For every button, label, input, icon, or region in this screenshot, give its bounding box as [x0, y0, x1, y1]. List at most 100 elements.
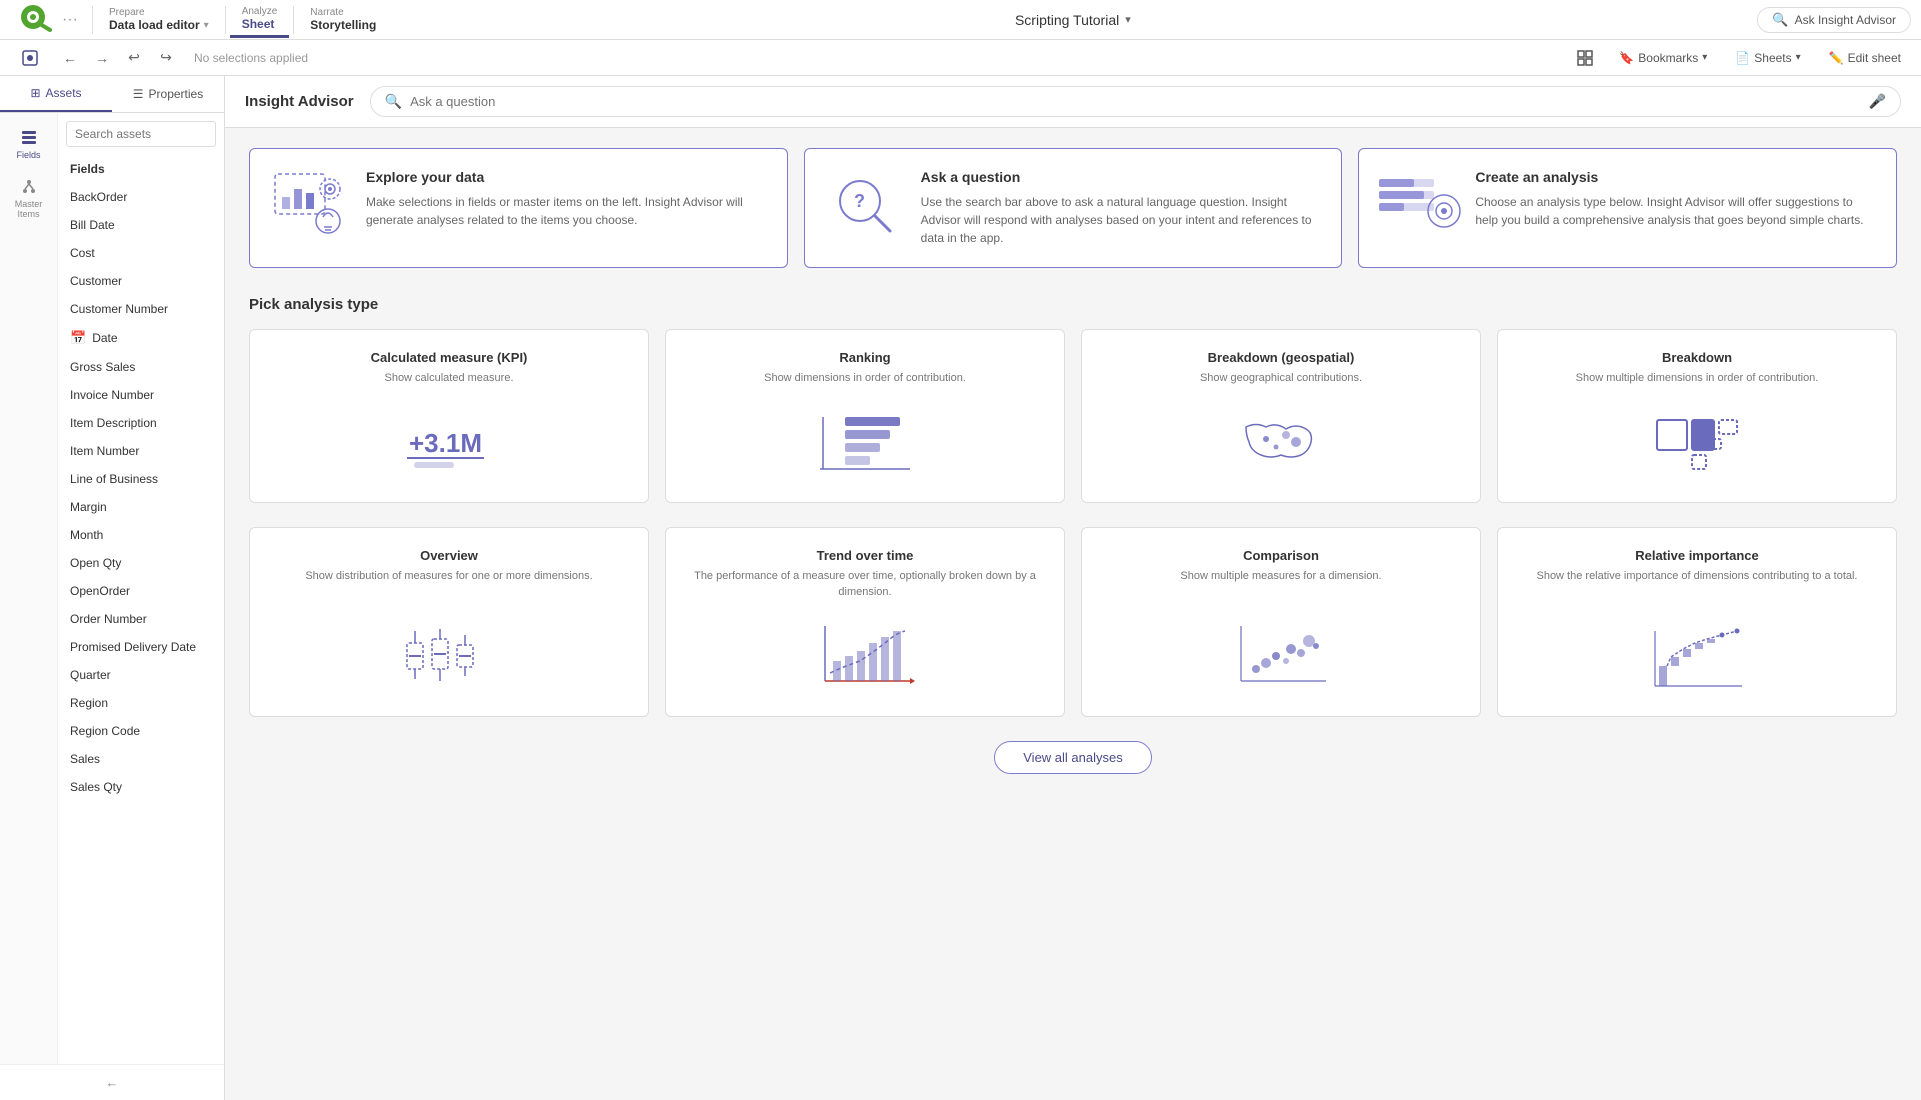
list-item[interactable]: Region Code [58, 717, 224, 745]
analysis-card-comparison[interactable]: Comparison Show multiple measures for a … [1081, 527, 1481, 717]
tab-properties[interactable]: ☰ Properties [112, 76, 224, 112]
analysis-card-relative[interactable]: Relative importance Show the relative im… [1497, 527, 1897, 717]
list-item[interactable]: Sales Qty [58, 773, 224, 801]
insight-search-input[interactable] [410, 94, 1861, 109]
trend-title: Trend over time [817, 548, 914, 563]
list-item[interactable]: Quarter [58, 661, 224, 689]
bookmarks-arrow: ▾ [1702, 52, 1707, 63]
create-card-desc: Choose an analysis type below. Insight A… [1475, 193, 1876, 229]
ask-insight-button[interactable]: 🔍 Ask Insight Advisor [1757, 7, 1911, 33]
field-item-label: Open Qty [70, 556, 121, 570]
overview-desc: Show distribution of measures for one or… [305, 569, 592, 584]
second-toolbar: ← → ↩ ↪ No selections applied 🔖 Bookmark… [0, 40, 1921, 76]
back-icon[interactable]: ← [56, 44, 84, 72]
assets-label: Assets [46, 86, 82, 100]
list-item[interactable]: OpenOrder [58, 577, 224, 605]
analysis-card-ranking[interactable]: Ranking Show dimensions in order of cont… [665, 329, 1065, 503]
field-item-label: Bill Date [70, 218, 115, 232]
ask-icon-area: ? [825, 169, 905, 239]
prepare-sublabel: Prepare [109, 7, 209, 18]
list-item[interactable]: Promised Delivery Date [58, 633, 224, 661]
nav-prepare[interactable]: Prepare Data load editor ▾ [97, 3, 221, 36]
create-analysis-card[interactable]: Create an analysis Choose an analysis ty… [1358, 148, 1897, 268]
redo-icon[interactable]: ↪ [152, 44, 180, 72]
grid-view-button[interactable] [1569, 46, 1601, 70]
geo-title: Breakdown (geospatial) [1208, 350, 1355, 365]
list-item[interactable]: Item Description [58, 409, 224, 437]
insight-advisor-toolbar-btn[interactable] [10, 46, 50, 70]
analysis-card-trend[interactable]: Trend over time The performance of a mea… [665, 527, 1065, 717]
sidebar-collapse-button[interactable]: ← [0, 1064, 224, 1100]
field-item-label: Quarter [70, 668, 111, 682]
list-item[interactable]: Order Number [58, 605, 224, 633]
sidebar-item-master-items[interactable]: Master Items [0, 170, 57, 227]
content-area: Explore your data Make selections in fie… [225, 128, 1921, 794]
field-item-label: Order Number [70, 612, 147, 626]
bookmark-icon: 🔖 [1619, 51, 1634, 65]
list-item[interactable]: Sales [58, 745, 224, 773]
kpi-desc: Show calculated measure. [384, 371, 513, 386]
field-item-label: OpenOrder [70, 584, 130, 598]
bookmarks-button[interactable]: 🔖 Bookmarks ▾ [1609, 47, 1717, 69]
calendar-icon: 📅 [70, 330, 86, 346]
list-item[interactable]: Line of Business [58, 465, 224, 493]
list-item[interactable]: BackOrder [58, 183, 224, 211]
kpi-title: Calculated measure (KPI) [371, 350, 528, 365]
properties-icon: ☰ [133, 87, 144, 101]
forward-icon[interactable]: → [88, 44, 116, 72]
view-all-analyses-button[interactable]: View all analyses [994, 741, 1151, 774]
main-panel: Insight Advisor 🔍 🎤 [225, 76, 1921, 1100]
list-item[interactable]: Customer Number [58, 295, 224, 323]
search-icon: 🔍 [385, 93, 402, 110]
sidebar-list-col: Fields BackOrder Bill Date Cost Customer… [58, 113, 224, 1064]
field-item-label: Sales [70, 752, 100, 766]
list-item[interactable]: Month [58, 521, 224, 549]
ask-card-desc: Use the search bar above to ask a natura… [921, 193, 1322, 247]
list-item[interactable]: Margin [58, 493, 224, 521]
analysis-card-kpi[interactable]: Calculated measure (KPI) Show calculated… [249, 329, 649, 503]
explore-card-desc: Make selections in fields or master item… [366, 193, 767, 229]
insight-search-bar[interactable]: 🔍 🎤 [370, 86, 1901, 117]
tab-assets[interactable]: ⊞ Assets [0, 76, 112, 112]
list-item[interactable]: Bill Date [58, 211, 224, 239]
field-item-label: Invoice Number [70, 388, 154, 402]
sheets-arrow: ▾ [1796, 52, 1801, 63]
sidebar-item-fields[interactable]: Fields [0, 121, 57, 168]
list-item[interactable]: Item Number [58, 437, 224, 465]
analysis-card-geo[interactable]: Breakdown (geospatial) Show geographical… [1081, 329, 1481, 503]
undo-icon[interactable]: ↩ [120, 44, 148, 72]
list-item[interactable]: Customer [58, 267, 224, 295]
nav-narrate[interactable]: Narrate Storytelling [298, 3, 388, 36]
microphone-icon[interactable]: 🎤 [1869, 93, 1886, 110]
edit-icon: ✏️ [1829, 51, 1844, 65]
field-item-label: Promised Delivery Date [70, 640, 196, 654]
analysis-card-overview[interactable]: Overview Show distribution of measures f… [249, 527, 649, 717]
app-title-arrow[interactable]: ▾ [1125, 13, 1131, 26]
edit-sheet-label: Edit sheet [1848, 51, 1901, 65]
grid-icon [1577, 50, 1593, 66]
trend-illustration [682, 616, 1048, 696]
list-item[interactable]: Open Qty [58, 549, 224, 577]
ask-question-card[interactable]: ? Ask a question Use the search bar abov… [804, 148, 1343, 268]
sheets-button[interactable]: 📄 Sheets ▾ [1725, 47, 1810, 69]
comparison-illustration [1098, 616, 1464, 696]
nav-divider-2 [225, 6, 226, 34]
search-assets-input[interactable] [66, 121, 216, 147]
relative-desc: Show the relative importance of dimensio… [1536, 569, 1857, 584]
nav-analyze[interactable]: Analyze Sheet [230, 2, 290, 38]
list-item[interactable]: Cost [58, 239, 224, 267]
list-item[interactable]: 📅 Date [58, 323, 224, 353]
explore-icon-area [270, 169, 350, 239]
geo-illustration [1098, 402, 1464, 482]
list-item[interactable]: Gross Sales [58, 353, 224, 381]
analysis-card-breakdown[interactable]: Breakdown Show multiple dimensions in or… [1497, 329, 1897, 503]
edit-sheet-button[interactable]: ✏️ Edit sheet [1819, 47, 1911, 69]
list-item[interactable]: Region [58, 689, 224, 717]
fields-icon-label: Fields [16, 150, 40, 160]
ask-insight-search-icon: 🔍 [1772, 12, 1788, 28]
list-item[interactable]: Invoice Number [58, 381, 224, 409]
insight-advisor-icon [22, 50, 38, 66]
explore-data-card[interactable]: Explore your data Make selections in fie… [249, 148, 788, 268]
sidebar-tabs: ⊞ Assets ☰ Properties [0, 76, 224, 113]
field-item-label: Gross Sales [70, 360, 135, 374]
